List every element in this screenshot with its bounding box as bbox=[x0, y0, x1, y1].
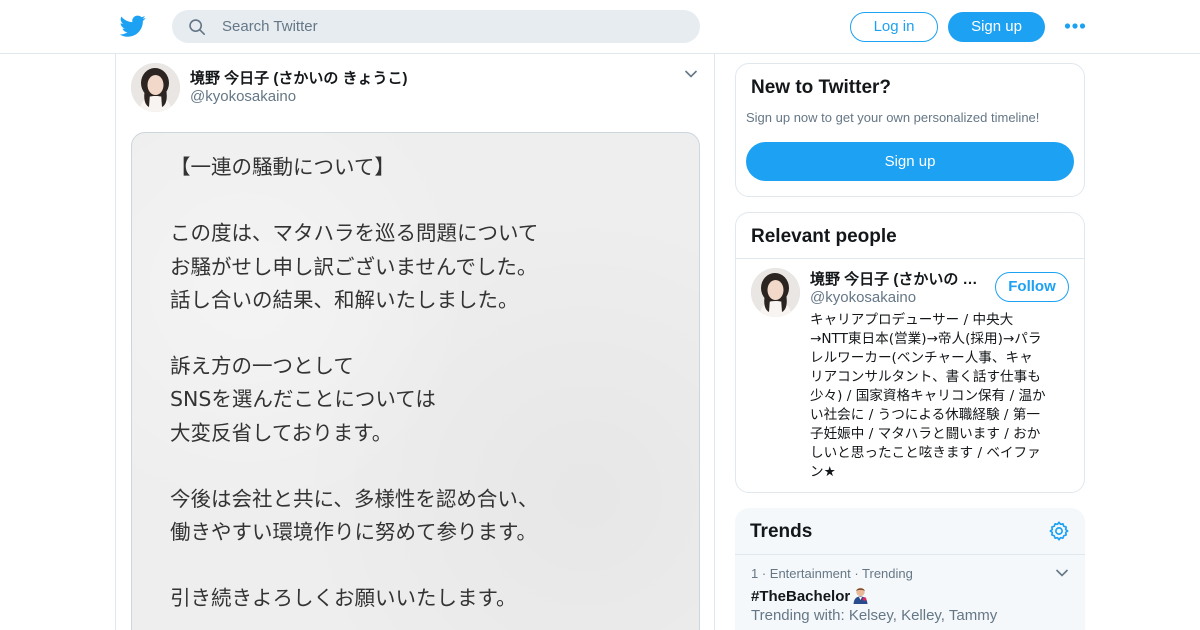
divider bbox=[736, 258, 1084, 259]
avatar[interactable] bbox=[751, 268, 800, 317]
new-to-twitter-subtitle: Sign up now to get your own personalized… bbox=[746, 110, 1040, 125]
trend-hashtag[interactable]: #TheBachelor bbox=[751, 586, 869, 605]
image-text-line: 働きやすい環境作りに努めて参ります。 bbox=[170, 520, 537, 545]
trend-hashtag-label: #TheBachelor bbox=[751, 588, 851, 605]
bio-line: リアコンサルタント、書く話す仕事も bbox=[810, 369, 1041, 385]
image-text-line: 引き続きよろしくお願いいたします。 bbox=[170, 586, 517, 611]
login-button[interactable]: Log in bbox=[850, 12, 938, 42]
tweet-image-text: 【一連の騒動について】 この度は、マタハラを巡る問題について お騒がせし申し訳ござ… bbox=[170, 151, 690, 616]
image-text-line: 今後は会社と共に、多様性を認め合い、 bbox=[170, 486, 539, 511]
person-name[interactable]: 境野 今日子 (さかいの きょうこ) bbox=[810, 268, 985, 289]
relevant-people-card: Relevant people 境野 今日子 (さかいの きょうこ) @kyok… bbox=[735, 212, 1085, 493]
image-blank-line bbox=[170, 450, 690, 483]
trends-header: Trends bbox=[735, 508, 1085, 554]
image-blank-line bbox=[170, 184, 690, 217]
avatar[interactable] bbox=[131, 63, 180, 112]
avatar-photo bbox=[751, 268, 800, 317]
tweet-image[interactable]: 【一連の騒動について】 この度は、マタハラを巡る問題について お騒がせし申し訳ござ… bbox=[131, 132, 700, 630]
top-navigation-bar: Log in Sign up bbox=[0, 0, 1200, 54]
tweet-author-name[interactable]: 境野 今日子 (さかいの きょうこ) bbox=[190, 67, 408, 88]
image-text-line: お騒がせし申し訳ございませんでした。 bbox=[170, 254, 538, 279]
new-to-twitter-card: New to Twitter? Sign up now to get your … bbox=[735, 63, 1085, 197]
follow-button[interactable]: Follow bbox=[995, 272, 1069, 302]
trends-card: Trends 1 · Entertainment · Trending #The… bbox=[735, 508, 1085, 630]
image-text-line: 【一連の騒動について】 bbox=[170, 155, 395, 179]
chevron-down-icon[interactable] bbox=[684, 69, 698, 79]
bio-line: 少々) / 国家資格キャリコン保有 / 温か bbox=[810, 388, 1046, 404]
trend-meta: 1 · Entertainment · Trending bbox=[751, 566, 913, 581]
gear-icon[interactable] bbox=[1048, 520, 1070, 542]
relevant-people-title: Relevant people bbox=[751, 226, 897, 247]
divider bbox=[735, 554, 1085, 555]
bio-line: 子妊娠中 / マタハラと闘います / おか bbox=[810, 426, 1041, 442]
rose-emoji-icon bbox=[853, 587, 868, 604]
image-text-line: 大変反省しております。 bbox=[170, 420, 393, 445]
twitter-bird-icon[interactable] bbox=[119, 13, 147, 39]
search-box[interactable] bbox=[172, 10, 700, 43]
avatar-photo bbox=[131, 63, 180, 112]
new-to-twitter-title: New to Twitter? bbox=[751, 77, 892, 98]
image-blank-line bbox=[170, 317, 690, 350]
search-icon bbox=[189, 19, 206, 36]
sidebar-signup-button[interactable]: Sign up bbox=[746, 142, 1074, 181]
signup-button[interactable]: Sign up bbox=[948, 12, 1045, 42]
bio-line: ン★ bbox=[810, 464, 836, 480]
image-blank-line bbox=[170, 549, 690, 582]
person-handle[interactable]: @kyokosakaino bbox=[810, 289, 916, 306]
bio-line: キャリアプロデューサー / 中央大 bbox=[810, 312, 1014, 328]
image-text-line: 訴え方の一つとして bbox=[170, 354, 354, 379]
chevron-down-icon[interactable] bbox=[1055, 568, 1069, 578]
trends-title: Trends bbox=[750, 521, 813, 542]
trend-trending-with: Trending with: Kelsey, Kelley, Tammy bbox=[751, 607, 998, 624]
person-bio: キャリアプロデューサー / 中央大 →NTT東日本(営業)→帝人(採用)→パラ レル… bbox=[810, 311, 1074, 482]
more-dots-icon[interactable] bbox=[1064, 20, 1086, 32]
bio-line: →NTT東日本(営業)→帝人(採用)→パラ bbox=[810, 331, 1042, 347]
search-input[interactable] bbox=[222, 10, 682, 43]
bio-line: しいと思ったこと呟きます / ベイファ bbox=[810, 445, 1041, 461]
image-text-line: SNSを選んだことについては bbox=[170, 387, 436, 412]
bio-line: い社会に / うつによる休職経験 / 第一 bbox=[810, 407, 1040, 423]
tweet-column: 境野 今日子 (さかいの きょうこ) @kyokosakaino 【一連の騒動に… bbox=[115, 54, 715, 630]
image-text-line: この度は、マタハラを巡る問題について bbox=[170, 221, 539, 246]
tweet-author-handle[interactable]: @kyokosakaino bbox=[190, 88, 296, 105]
bio-line: レルワーカー(ベンチャー人事、キャ bbox=[810, 350, 1033, 366]
image-text-line: 話し合いの結果、和解いたしました。 bbox=[170, 287, 519, 312]
